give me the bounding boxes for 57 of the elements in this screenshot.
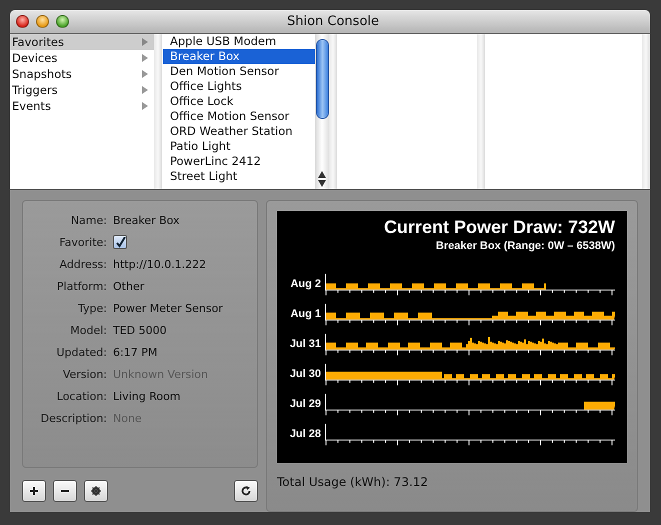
gear-icon bbox=[91, 486, 101, 496]
category-item[interactable]: Events bbox=[10, 98, 154, 114]
device-item[interactable]: Apple USB Modem bbox=[163, 34, 315, 49]
field-label: Description: bbox=[40, 412, 107, 424]
minimize-button[interactable] bbox=[36, 15, 49, 28]
day-label: Jul 31 bbox=[288, 338, 322, 352]
field-label: Type: bbox=[77, 302, 107, 314]
field-value: Power Meter Sensor bbox=[113, 302, 223, 315]
zoom-button[interactable] bbox=[56, 15, 69, 28]
category-item[interactable]: Favorites bbox=[10, 34, 154, 50]
field-value: 6:17 PM bbox=[113, 346, 158, 359]
favorite-checkbox[interactable] bbox=[113, 235, 127, 249]
field-label: Favorite: bbox=[58, 236, 107, 248]
device-item[interactable]: Office Lock bbox=[163, 94, 315, 109]
category-item[interactable]: Snapshots bbox=[10, 66, 154, 82]
day-label: Jul 29 bbox=[288, 398, 322, 412]
close-button[interactable] bbox=[16, 15, 29, 28]
field-label: Model: bbox=[69, 324, 107, 336]
field-value: http://10.0.1.222 bbox=[113, 258, 206, 271]
field-value: Breaker Box bbox=[113, 214, 180, 227]
field-label: Name: bbox=[70, 214, 107, 226]
chart-title: Current Power Draw: 732W bbox=[382, 217, 615, 238]
device-item[interactable]: Office Lights bbox=[163, 79, 315, 94]
device-item[interactable]: Office Motion Sensor bbox=[163, 109, 315, 124]
scrollbar[interactable] bbox=[315, 34, 329, 189]
plus-icon bbox=[29, 486, 39, 496]
day-label: Jul 30 bbox=[288, 368, 322, 382]
field-value: Other bbox=[113, 280, 144, 293]
field-label: Platform: bbox=[56, 280, 107, 292]
settings-button[interactable] bbox=[84, 480, 108, 502]
refresh-icon bbox=[241, 486, 251, 496]
field-label: Address: bbox=[58, 258, 107, 270]
refresh-button[interactable] bbox=[234, 480, 258, 502]
device-item[interactable]: Street Light bbox=[163, 169, 315, 184]
add-button[interactable] bbox=[22, 480, 46, 502]
category-item[interactable]: Triggers bbox=[10, 82, 154, 98]
chart-subtitle: Breaker Box (Range: 0W – 6538W) bbox=[434, 240, 615, 252]
category-item[interactable]: Devices bbox=[10, 50, 154, 66]
scroll-up-icon[interactable] bbox=[318, 171, 326, 178]
field-label: Updated: bbox=[55, 346, 107, 358]
scroll-down-icon[interactable] bbox=[318, 180, 326, 187]
field-label: Location: bbox=[56, 390, 107, 402]
remove-button[interactable] bbox=[53, 480, 77, 502]
device-item[interactable]: ORD Weather Station bbox=[163, 124, 315, 139]
device-item[interactable]: Breaker Box bbox=[163, 49, 315, 64]
field-value: Living Room bbox=[113, 390, 181, 403]
window-title: Shion Console bbox=[286, 14, 380, 29]
device-item[interactable]: PowerLinc 2412 bbox=[163, 154, 315, 169]
field-value: TED 5000 bbox=[113, 324, 167, 337]
day-label: Aug 2 bbox=[289, 278, 322, 292]
day-label: Jul 28 bbox=[288, 428, 322, 442]
total-usage: Total Usage (kWh): 73.12 bbox=[277, 475, 430, 489]
device-item[interactable]: Patio Light bbox=[163, 139, 315, 154]
field-label: Version: bbox=[62, 368, 107, 380]
device-item[interactable]: Den Motion Sensor bbox=[163, 64, 315, 79]
day-label: Aug 1 bbox=[289, 308, 322, 322]
field-value: Unknown Version bbox=[113, 368, 208, 381]
